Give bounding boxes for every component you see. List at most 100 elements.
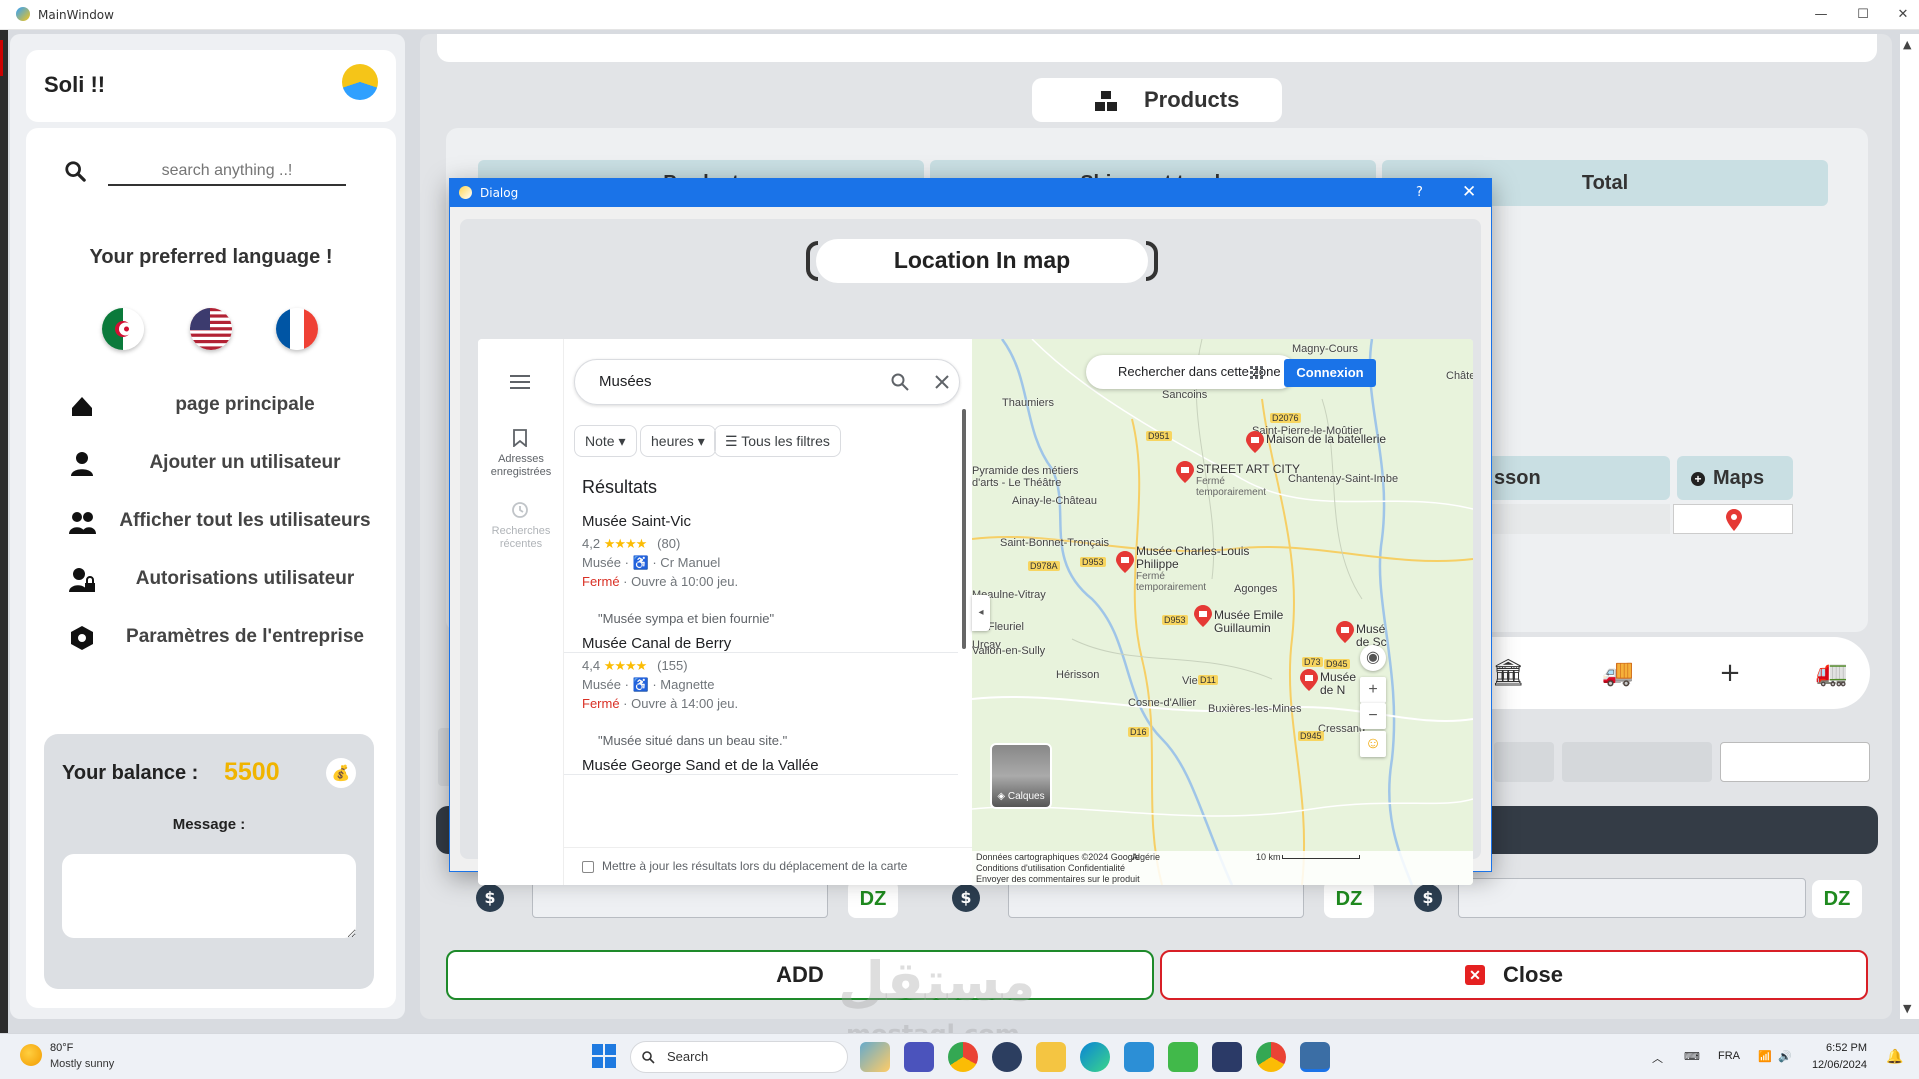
input-language[interactable]: FRA [1718, 1050, 1740, 1062]
my-location-icon[interactable]: ◉ [1360, 645, 1386, 671]
window-close-button[interactable]: ✕ [1888, 4, 1918, 26]
menu-icon[interactable] [510, 375, 530, 389]
results-scrollbar[interactable] [962, 409, 966, 649]
menu-add-user[interactable]: Ajouter un utilisateur [60, 444, 380, 484]
delivery-truck-icon[interactable]: 🚚 [1600, 657, 1636, 689]
qt-app-icon[interactable] [1168, 1042, 1198, 1072]
place-label: Cosne-d'Allier [1128, 697, 1197, 709]
layers-button[interactable]: ◈ Calques [990, 743, 1052, 809]
chip-note[interactable]: Note ▾ [574, 425, 637, 457]
main-scrollbar[interactable]: ▲ ▼ [1900, 34, 1919, 1019]
wallet-icon[interactable]: 💰 [326, 758, 356, 788]
bookmark-icon[interactable] [513, 429, 527, 447]
chip-hours[interactable]: heures ▾ [640, 425, 716, 457]
search-this-area-button[interactable]: Rechercher dans cette zone [1086, 355, 1296, 389]
poi-status: Fermé temporairement [1196, 476, 1267, 498]
connexion-button[interactable]: Connexion [1284, 359, 1376, 387]
plus-icon[interactable]: + [1712, 657, 1748, 689]
maps-search-box[interactable]: Musées [574, 359, 960, 405]
sidebar-search-input[interactable] [108, 158, 346, 186]
museum-pin-icon[interactable] [1300, 669, 1318, 691]
search-icon[interactable] [64, 160, 86, 182]
search-icon[interactable] [891, 373, 909, 391]
edge-app-icon[interactable] [1080, 1042, 1110, 1072]
zoom-in-button[interactable]: + [1360, 677, 1386, 703]
apps-grid-icon[interactable] [1250, 365, 1264, 379]
tray-chevron-icon[interactable]: ︿ [1652, 1050, 1663, 1066]
street-view-icon[interactable]: ☺ [1360, 731, 1386, 757]
menu-list-users[interactable]: Afficher tout les utilisateurs [60, 502, 380, 542]
file-explorer-icon[interactable] [1036, 1042, 1066, 1072]
dialog-close-button[interactable]: ✕ [1462, 182, 1476, 202]
map-canvas[interactable]: Magny-Cours Thaumiers Sancoins Châtel Sa… [972, 339, 1473, 885]
museum-pin-icon[interactable] [1176, 461, 1194, 483]
scroll-down-icon[interactable]: ▼ [1903, 1002, 1911, 1015]
map-pin-cell[interactable] [1673, 504, 1793, 534]
rail-saved[interactable]: Adresses enregistrées [480, 453, 562, 479]
designer-app-icon[interactable] [1212, 1042, 1242, 1072]
france-flag-icon[interactable] [276, 308, 318, 350]
zoom-out-button[interactable]: − [1360, 703, 1386, 729]
weather-temperature[interactable]: 80°F [50, 1042, 73, 1054]
maps-results-panel: Musées Note ▾ heures ▾ ☰ Tous les filtre… [564, 339, 972, 885]
museum-pin-icon[interactable] [1336, 621, 1354, 643]
field-gray-1[interactable] [1494, 742, 1554, 782]
vscode-app-icon[interactable] [1124, 1042, 1154, 1072]
chrome-profile-app-icon[interactable] [1256, 1042, 1286, 1072]
amount-input-3[interactable] [1458, 878, 1806, 918]
update-results-checkbox[interactable] [582, 861, 594, 873]
menu-company-settings-label: Paramètres de l'entreprise [126, 626, 364, 647]
taskbar: 80°F Mostly sunny Search ︿ ⌨ FRA 📶 🔊 6:5… [0, 1033, 1919, 1079]
museum-pin-icon[interactable] [1246, 431, 1264, 453]
menu-home[interactable]: page principale [60, 386, 380, 426]
language-title: Your preferred language ! [89, 246, 333, 268]
notification-bell-icon[interactable]: 🔔 [1886, 1048, 1903, 1065]
teams-app-icon[interactable] [904, 1042, 934, 1072]
usa-flag-icon[interactable] [190, 308, 232, 350]
copilot-app-icon[interactable] [860, 1042, 890, 1072]
menu-list-users-label: Afficher tout les utilisateurs [119, 510, 371, 531]
museum-pin-icon[interactable] [1194, 605, 1212, 627]
dialog-help-button[interactable]: ? [1416, 185, 1423, 200]
result-item[interactable]: Musée George Sand et de la Vallée [564, 747, 958, 847]
clock-time[interactable]: 6:52 PM [1797, 1042, 1867, 1054]
message-label: Message : [172, 816, 246, 833]
rail-recent[interactable]: Recherches récentes [480, 525, 562, 551]
maps-button[interactable]: + Maps [1677, 456, 1793, 500]
chrome-app-icon[interactable] [948, 1042, 978, 1072]
road-label: D978A [1028, 561, 1060, 571]
scroll-up-icon[interactable]: ▲ [1903, 38, 1911, 51]
bank-icon[interactable]: 🏛 [1490, 657, 1526, 689]
window-titlebar: MainWindow — ☐ ✕ [0, 0, 1919, 30]
algeria-flag-icon[interactable] [102, 308, 144, 350]
clock-date[interactable]: 12/06/2024 [1797, 1059, 1867, 1071]
add-button[interactable]: ADD [446, 950, 1154, 1000]
close-button[interactable]: ✕ Close [1160, 950, 1868, 1000]
field-white[interactable] [1720, 742, 1870, 782]
weather-description[interactable]: Mostly sunny [50, 1058, 114, 1070]
volume-icon[interactable]: 🔊 [1778, 1050, 1792, 1063]
clear-icon[interactable] [935, 375, 949, 389]
museum-pin-icon[interactable] [1116, 551, 1134, 573]
collapse-panel-button[interactable]: ◂ [972, 595, 990, 631]
taskbar-search[interactable]: Search [630, 1041, 848, 1073]
minimize-button[interactable]: — [1806, 4, 1836, 26]
python-app-icon[interactable] [1300, 1042, 1330, 1072]
poi-status: Fermé temporairement [1136, 571, 1207, 593]
fast-truck-icon[interactable]: 🚛 [1814, 657, 1850, 689]
message-textarea[interactable] [62, 854, 356, 938]
scale-bar [1282, 855, 1360, 859]
keyboard-icon[interactable]: ⌨ [1684, 1050, 1700, 1063]
windows-start-icon[interactable] [592, 1044, 616, 1068]
wifi-icon[interactable]: 📶 [1758, 1050, 1772, 1063]
field-gray-2[interactable] [1562, 742, 1712, 782]
history-icon[interactable] [511, 501, 529, 519]
weather-sun-icon[interactable] [20, 1044, 42, 1066]
menu-company-settings[interactable]: Paramètres de l'entreprise [60, 618, 380, 658]
menu-permissions[interactable]: Autorisations utilisateur [60, 560, 380, 600]
place-label: Chantenay-Saint-Imbe [1288, 473, 1399, 485]
chip-all-filters[interactable]: ☰ Tous les filtres [714, 425, 841, 457]
app-icon[interactable] [992, 1042, 1022, 1072]
poi-name: Musée de N [1320, 670, 1357, 697]
maximize-button[interactable]: ☐ [1848, 4, 1878, 26]
